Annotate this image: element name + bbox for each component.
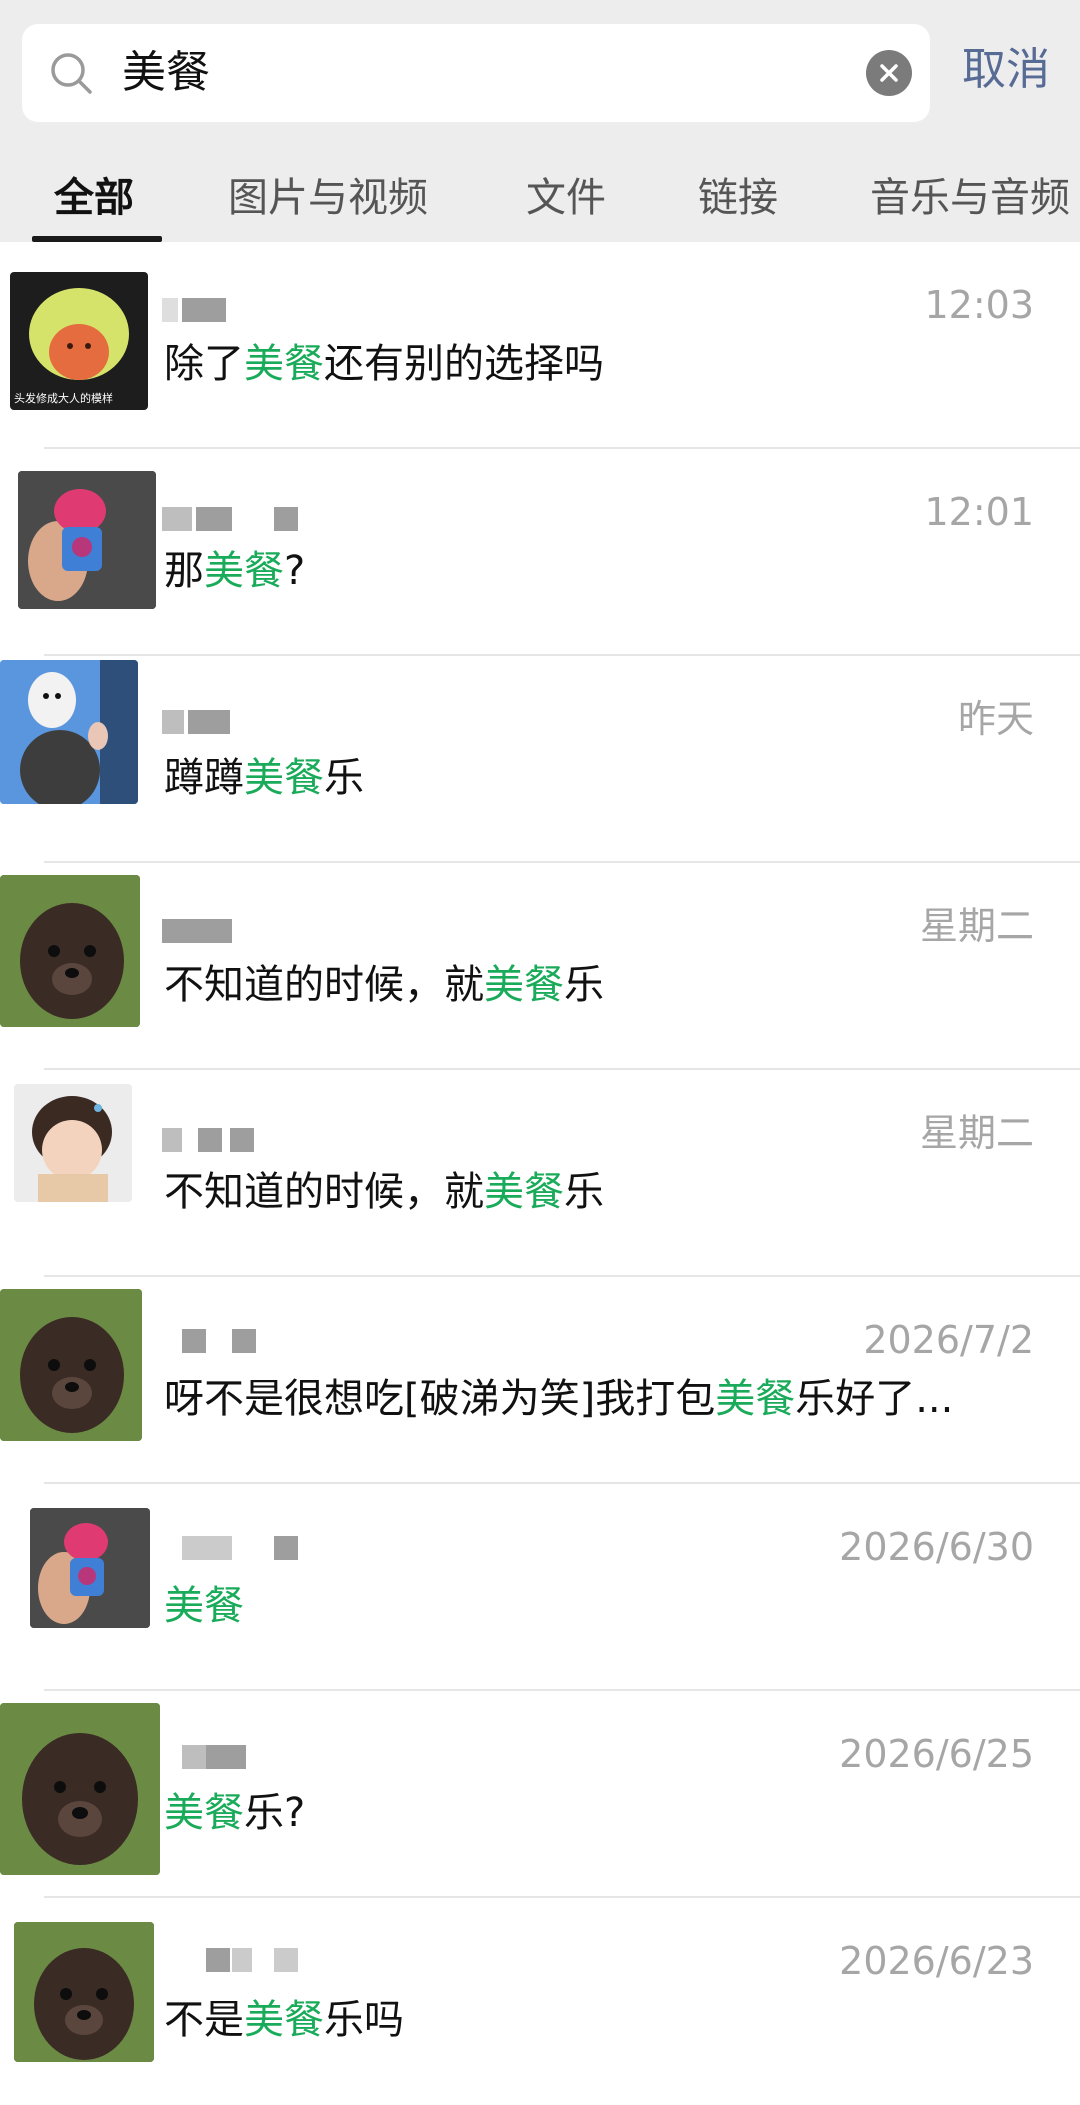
list-item[interactable]: 2026/7/2 呀不是很想吃[破涕为笑]我打包美餐乐好了...	[0, 1277, 1080, 1484]
list-item[interactable]: 12:01 那美餐?	[0, 449, 1080, 656]
tab-files[interactable]: 文件	[526, 172, 606, 224]
filter-tabs: 全部 图片与视频 文件 链接 音乐与音频	[0, 160, 1080, 242]
message-time: 星期二	[919, 1111, 1034, 1155]
message-snippet: 蹲蹲美餐乐	[164, 755, 364, 801]
search-results: 头发修成大人的模样 12:03 除了美餐还有别的选择吗 12:01 那美餐? 昨…	[0, 242, 1080, 2105]
message-snippet: 美餐乐?	[164, 1790, 306, 1836]
contact-name-blurred	[162, 507, 298, 531]
avatar	[14, 1922, 154, 2062]
avatar	[0, 660, 138, 804]
tab-links[interactable]: 链接	[698, 172, 778, 224]
tab-images-videos[interactable]: 图片与视频	[228, 172, 428, 224]
avatar	[14, 1084, 132, 1202]
message-time: 2026/6/23	[839, 1939, 1034, 1983]
contact-name-blurred	[162, 1329, 292, 1353]
avatar	[18, 471, 156, 609]
message-time: 2026/6/30	[839, 1525, 1034, 1569]
contact-name-blurred	[162, 298, 292, 322]
clear-icon[interactable]	[866, 50, 912, 96]
avatar-caption: 头发修成大人的模样	[14, 392, 113, 405]
list-item[interactable]: 星期二 不知道的时候，就美餐乐	[0, 1070, 1080, 1277]
message-snippet: 那美餐?	[164, 548, 306, 594]
message-time: 2026/7/2	[863, 1318, 1034, 1362]
avatar	[0, 875, 140, 1027]
avatar	[0, 1289, 142, 1441]
message-snippet: 不是美餐乐吗	[164, 1997, 404, 2043]
list-item[interactable]: 2026/6/23 不是美餐乐吗	[0, 1898, 1080, 2105]
list-item[interactable]: 星期二 不知道的时候，就美餐乐	[0, 863, 1080, 1070]
tab-music-audio[interactable]: 音乐与音频	[870, 172, 1070, 224]
avatar	[0, 1703, 160, 1875]
list-item[interactable]: 2026/6/25 美餐乐?	[0, 1691, 1080, 1898]
search-query: 美餐	[122, 47, 210, 98]
list-item[interactable]: 昨天 蹲蹲美餐乐	[0, 656, 1080, 863]
contact-name-blurred	[162, 1948, 298, 1972]
search-input[interactable]: 美餐	[22, 24, 930, 122]
contact-name-blurred	[162, 1128, 292, 1152]
cancel-button[interactable]: 取消	[962, 42, 1050, 98]
avatar: 头发修成大人的模样	[10, 272, 148, 410]
message-snippet: 美餐	[164, 1583, 244, 1629]
message-snippet: 不知道的时候，就美餐乐	[164, 962, 604, 1008]
message-time: 12:03	[924, 283, 1034, 327]
contact-name-blurred	[162, 919, 292, 943]
tab-all[interactable]: 全部	[54, 172, 134, 224]
message-time: 2026/6/25	[839, 1732, 1034, 1776]
avatar	[30, 1508, 150, 1628]
message-snippet: 呀不是很想吃[破涕为笑]我打包美餐乐好了...	[164, 1376, 954, 1422]
message-time: 12:01	[924, 490, 1034, 534]
message-snippet: 不知道的时候，就美餐乐	[164, 1169, 604, 1215]
list-item[interactable]: 2026/6/30 美餐	[0, 1484, 1080, 1691]
contact-name-blurred	[162, 1745, 292, 1769]
message-snippet: 除了美餐还有别的选择吗	[164, 341, 604, 387]
message-time: 星期二	[919, 904, 1034, 948]
contact-name-blurred	[162, 710, 292, 734]
search-header: 美餐 取消 全部 图片与视频 文件 链接 音乐与音频	[0, 0, 1080, 242]
message-time: 昨天	[957, 697, 1034, 741]
contact-name-blurred	[162, 1536, 298, 1560]
search-icon	[51, 53, 92, 94]
list-item[interactable]: 头发修成大人的模样 12:03 除了美餐还有别的选择吗	[0, 242, 1080, 449]
